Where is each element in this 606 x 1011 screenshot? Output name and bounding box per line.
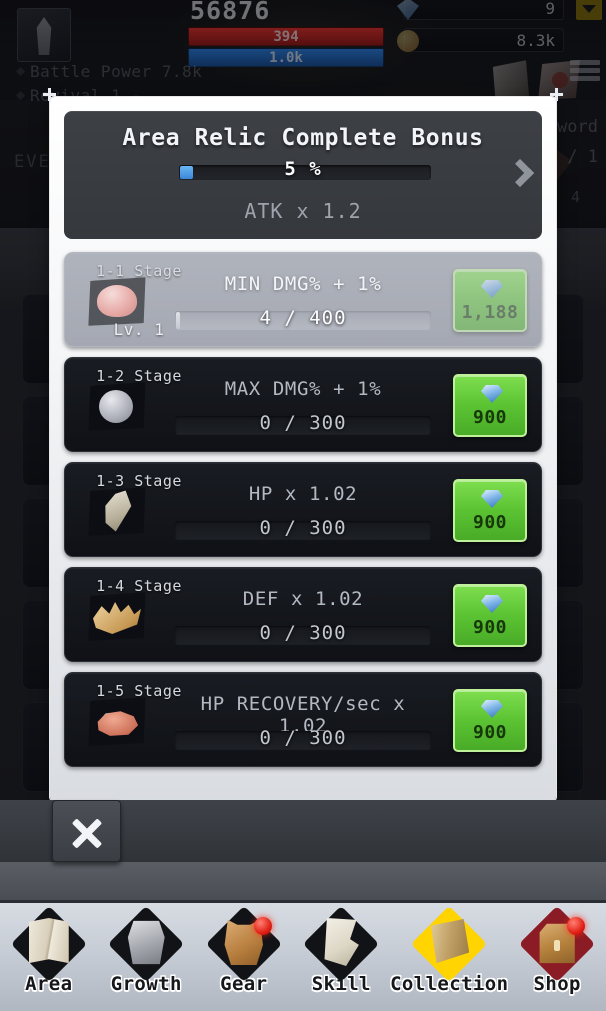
relic-stage-row[interactable]: 1-5 Stage HP RECOVERY/sec x 1.02 0 / 300 90… [64, 672, 542, 767]
close-dialog-button[interactable] [52, 800, 121, 862]
nav-icon-art [127, 920, 165, 965]
stage-progress-text: 0 / 300 [259, 517, 347, 539]
nav-item-skill[interactable]: Skill [293, 903, 391, 1011]
gem-icon [481, 385, 503, 403]
relic-item-thumbnail: 1-1 Stage Lv. 1 [81, 262, 181, 339]
stage-label: 1-4 Stage [96, 577, 182, 595]
stage-label: 1-1 Stage [96, 262, 182, 280]
purchase-cost-label: 900 [472, 722, 507, 743]
scroll-icon [303, 905, 380, 983]
relic-stage-row[interactable]: 1-1 Stage Lv. 1 MIN DMG% + 1% 4 / 400 1,188 [64, 252, 542, 347]
purchase-relic-button[interactable]: 900 [453, 689, 527, 752]
gem-icon [481, 490, 503, 508]
purchase-relic-button[interactable]: 900 [453, 374, 527, 437]
resize-handle-top-right [550, 88, 563, 101]
tome-icon [411, 905, 488, 983]
relic-item-thumbnail: 1-4 Stage [81, 577, 181, 650]
bottom-navigation-bar: Area Growth Gear Skill Collection Shop [0, 900, 606, 1011]
footer-divider [0, 862, 606, 900]
gem-icon [481, 280, 503, 298]
stage-effect-label: DEF x 1.02 [242, 588, 364, 610]
purchase-relic-button[interactable]: 900 [453, 479, 527, 542]
notification-badge [253, 917, 272, 935]
relic-item-thumbnail: 1-5 Stage [81, 682, 181, 755]
relic-item-thumbnail: 1-2 Stage [81, 367, 181, 440]
nav-item-area[interactable]: Area [0, 903, 98, 1011]
armor-icon [205, 905, 282, 983]
gem-icon [481, 595, 503, 613]
nav-icon-art [28, 918, 69, 964]
relic-stage-row[interactable]: 1-2 Stage MAX DMG% + 1% 0 / 300 900 [64, 357, 542, 452]
nav-item-gear[interactable]: Gear [195, 903, 293, 1011]
stage-progress-text: 0 / 300 [259, 727, 347, 749]
stage-progress-text: 0 / 300 [259, 412, 347, 434]
relic-stage-list: 1-1 Stage Lv. 1 MIN DMG% + 1% 4 / 400 1,188 1… [64, 252, 542, 767]
relic-stage-row[interactable]: 1-3 Stage HP x 1.02 0 / 300 900 [64, 462, 542, 557]
resize-handle-top-left [43, 88, 56, 101]
bonus-effect-label: ATK x 1.2 [244, 199, 362, 223]
purchase-cost-label: 900 [472, 512, 507, 533]
stage-level-label: Lv. 1 [113, 320, 165, 339]
stage-effect-label: MAX DMG% + 1% [224, 378, 382, 400]
gem-icon [481, 700, 503, 718]
stage-effect-label: HP x 1.02 [248, 483, 358, 505]
book-open-icon [10, 905, 87, 983]
bonus-percent-label: 5 % [284, 158, 322, 180]
stage-label: 1-2 Stage [96, 367, 182, 385]
stage-label: 1-3 Stage [96, 472, 182, 490]
area-relic-dialog: Area Relic Complete Bonus 5 % ATK x 1.2 … [43, 88, 563, 801]
purchase-relic-button[interactable]: 900 [453, 584, 527, 647]
stage-progress-text: 4 / 400 [259, 307, 347, 329]
relic-orb-icon [99, 390, 133, 423]
chest-icon [519, 905, 596, 983]
purchase-cost-label: 900 [472, 407, 507, 428]
complete-bonus-panel: Area Relic Complete Bonus 5 % ATK x 1.2 [64, 111, 542, 239]
nav-item-collection[interactable]: Collection [390, 903, 508, 1011]
stage-label: 1-5 Stage [96, 682, 182, 700]
purchase-relic-button[interactable]: 1,188 [453, 269, 527, 332]
relic-stage-row[interactable]: 1-4 Stage DEF x 1.02 0 / 300 900 [64, 567, 542, 662]
nav-item-shop[interactable]: Shop [508, 903, 606, 1011]
stage-effect-label: MIN DMG% + 1% [224, 273, 382, 295]
purchase-cost-label: 900 [472, 617, 507, 638]
purchase-cost-label: 1,188 [461, 302, 519, 323]
nav-item-growth[interactable]: Growth [98, 903, 196, 1011]
relic-dome-icon [97, 285, 137, 317]
helmet-icon [108, 905, 185, 983]
relic-item-thumbnail: 1-3 Stage [81, 472, 181, 545]
bonus-title: Area Relic Complete Bonus [122, 125, 484, 151]
stage-progress-text: 0 / 300 [259, 622, 347, 644]
